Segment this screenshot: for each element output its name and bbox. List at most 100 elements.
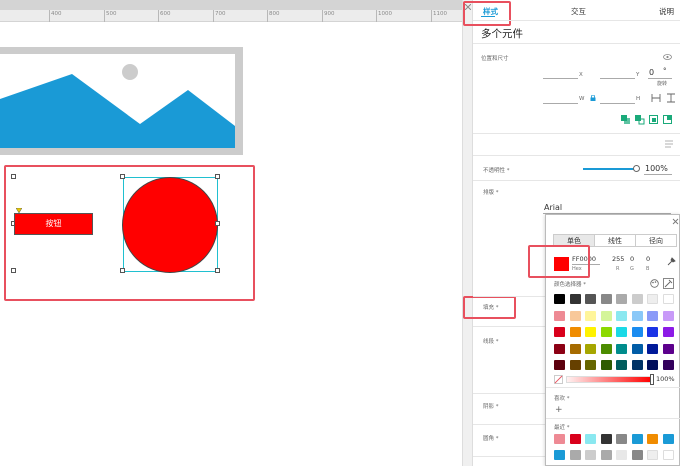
tab-interaction[interactable]: 交互 — [571, 6, 586, 17]
flip-vertical-icon[interactable] — [666, 93, 676, 103]
tab-radial[interactable]: 径向 — [635, 234, 677, 247]
color-swatch[interactable] — [569, 310, 581, 321]
flip-horizontal-icon[interactable] — [651, 93, 661, 103]
color-swatch[interactable] — [662, 343, 674, 354]
color-swatch[interactable] — [569, 434, 581, 444]
resize-handle[interactable] — [11, 174, 16, 179]
color-swatch[interactable] — [554, 310, 565, 321]
custom-color-icon[interactable] — [663, 278, 674, 289]
close-icon[interactable] — [672, 218, 679, 225]
alpha-slider-thumb[interactable] — [650, 374, 654, 385]
g-input[interactable]: 0 — [630, 255, 634, 263]
color-swatch[interactable] — [631, 310, 643, 321]
color-swatch[interactable] — [569, 360, 581, 370]
color-swatch[interactable] — [616, 310, 627, 321]
b-input[interactable]: 0 — [646, 255, 650, 263]
color-swatch[interactable] — [631, 327, 643, 337]
resize-handle[interactable] — [120, 174, 125, 179]
list-settings-icon[interactable] — [665, 140, 673, 148]
font-family-select[interactable]: Arial — [544, 203, 562, 212]
color-swatch[interactable] — [631, 343, 643, 354]
r-input[interactable]: 255 — [612, 255, 624, 263]
color-swatch[interactable] — [647, 434, 658, 444]
color-swatch[interactable] — [662, 294, 674, 304]
eyedropper-icon[interactable] — [667, 257, 676, 266]
resize-handle[interactable] — [120, 268, 125, 273]
align-icon[interactable] — [635, 115, 645, 125]
h-input[interactable] — [600, 103, 635, 104]
color-swatch[interactable] — [631, 434, 643, 444]
color-swatch[interactable] — [585, 360, 596, 370]
color-swatch[interactable] — [616, 360, 627, 370]
color-swatch[interactable] — [647, 327, 658, 337]
color-swatch[interactable] — [569, 327, 581, 337]
opacity-slider[interactable] — [583, 168, 637, 170]
color-swatch[interactable] — [662, 360, 674, 370]
color-swatch[interactable] — [600, 360, 612, 370]
resize-handle[interactable] — [11, 268, 16, 273]
color-swatch[interactable] — [569, 294, 581, 304]
align-icon[interactable] — [663, 115, 673, 125]
no-color-icon[interactable] — [554, 375, 563, 384]
color-swatch[interactable] — [647, 343, 658, 354]
tab-linear[interactable]: 线性 — [594, 234, 636, 247]
circle-shape[interactable] — [122, 177, 218, 273]
color-swatch[interactable] — [585, 294, 596, 304]
resize-handle[interactable] — [215, 221, 220, 226]
color-swatch[interactable] — [569, 450, 581, 460]
color-swatch[interactable] — [631, 294, 643, 304]
color-swatch[interactable] — [600, 327, 612, 337]
color-swatch[interactable] — [585, 310, 596, 321]
image-placeholder[interactable] — [0, 47, 243, 155]
color-swatch[interactable] — [585, 434, 596, 444]
color-swatch[interactable] — [616, 343, 627, 354]
color-swatch[interactable] — [647, 310, 658, 321]
color-swatch[interactable] — [585, 327, 596, 337]
color-swatch[interactable] — [600, 434, 612, 444]
color-swatch[interactable] — [554, 327, 565, 337]
design-canvas[interactable]: 400 500 600 700 800 900 1000 1100 按钮 — [0, 0, 472, 466]
color-swatch[interactable] — [585, 450, 596, 460]
align-icon[interactable] — [649, 115, 659, 125]
color-swatch[interactable] — [600, 450, 612, 460]
w-input[interactable] — [543, 103, 578, 104]
vertical-scroll-strip[interactable] — [462, 0, 472, 466]
color-swatch[interactable] — [647, 450, 658, 460]
color-swatch[interactable] — [600, 310, 612, 321]
align-icon[interactable] — [621, 115, 631, 125]
tab-notes[interactable]: 说明 — [659, 6, 674, 17]
x-input[interactable] — [543, 78, 578, 79]
alpha-slider[interactable] — [566, 376, 652, 383]
color-swatch[interactable] — [554, 450, 565, 460]
palette-icon[interactable] — [650, 279, 659, 288]
resize-handle[interactable] — [215, 268, 220, 273]
color-swatch[interactable] — [662, 450, 674, 460]
color-swatch[interactable] — [600, 343, 612, 354]
y-input[interactable] — [600, 78, 635, 79]
rotation-input[interactable]: 0 — [649, 68, 654, 77]
color-swatch[interactable] — [647, 360, 658, 370]
color-swatch[interactable] — [616, 327, 627, 337]
color-swatch[interactable] — [585, 343, 596, 354]
color-swatch[interactable] — [600, 294, 612, 304]
color-swatch[interactable] — [554, 360, 565, 370]
color-swatch[interactable] — [631, 450, 643, 460]
color-swatch[interactable] — [616, 294, 627, 304]
color-swatch[interactable] — [662, 327, 674, 337]
color-swatch[interactable] — [662, 310, 674, 321]
color-swatch[interactable] — [647, 294, 658, 304]
color-swatch[interactable] — [631, 360, 643, 370]
opacity-slider-thumb[interactable] — [633, 165, 640, 172]
lock-icon[interactable] — [590, 94, 596, 101]
alpha-value[interactable]: 100% — [656, 375, 675, 383]
color-swatch[interactable] — [616, 450, 627, 460]
resize-handle[interactable] — [215, 174, 220, 179]
eye-icon[interactable] — [663, 54, 672, 60]
color-swatch[interactable] — [616, 434, 627, 444]
color-swatch[interactable] — [569, 343, 581, 354]
button-widget[interactable]: 按钮 — [14, 213, 93, 235]
opacity-value[interactable]: 100% — [645, 164, 668, 173]
color-swatch[interactable] — [554, 343, 565, 354]
color-swatch[interactable] — [662, 434, 674, 444]
add-favorite-button[interactable]: + — [555, 405, 563, 415]
